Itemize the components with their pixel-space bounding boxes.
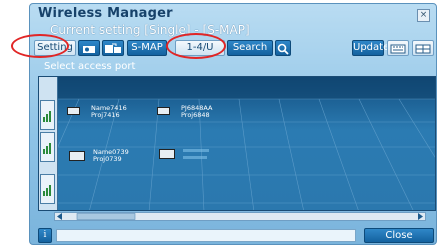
scroll-thumb[interactable] <box>76 213 136 220</box>
wireless-manager-window: Wireless Manager × Current setting [Sing… <box>29 3 437 245</box>
projector-icon <box>69 151 85 161</box>
current-setting-text: Current setting [Single] - [S-MAP] <box>50 23 250 37</box>
smap-mode-button[interactable]: S-MAP <box>127 40 167 56</box>
scroll-right-arrow-icon[interactable] <box>418 213 423 220</box>
keyboard-icon[interactable] <box>387 40 409 56</box>
horizontal-scrollbar[interactable] <box>54 212 426 221</box>
access-point-project: Proj0739 <box>93 155 122 163</box>
signal-strength-column <box>39 77 58 210</box>
select-access-port-label: Select access port <box>44 61 136 72</box>
close-icon[interactable]: × <box>417 9 430 22</box>
projector-icon <box>157 107 170 115</box>
access-point-project <box>183 156 207 159</box>
access-point-project: Proj6848 <box>181 111 210 119</box>
projector-icon[interactable] <box>78 40 100 56</box>
projector-icon <box>159 149 175 159</box>
window-title: Wireless Manager <box>38 6 173 21</box>
toolbar: Setting S-MAP 1-4/U Search Update <box>30 40 436 58</box>
info-button[interactable]: i <box>38 228 52 243</box>
projector-icon <box>67 107 80 115</box>
setting-button[interactable]: Setting <box>34 40 76 56</box>
range-selector[interactable]: 1-4/U <box>175 40 225 56</box>
signal-strength-icon <box>40 100 55 130</box>
multi-projector-icon[interactable] <box>102 40 124 56</box>
scroll-left-arrow-icon[interactable] <box>57 213 62 220</box>
close-button[interactable]: Close <box>364 228 434 243</box>
status-message-field <box>56 229 356 242</box>
map-grid <box>39 77 435 210</box>
search-button[interactable]: Search <box>227 40 273 56</box>
status-bar: i Close <box>38 228 434 244</box>
signal-strength-icon <box>40 174 55 204</box>
update-button[interactable]: Update <box>352 40 389 56</box>
access-map[interactable]: Name7416 Proj7416 PJ6848AA Proj6848 Name… <box>38 76 436 211</box>
list-view-icon[interactable] <box>412 40 434 56</box>
search-icon[interactable] <box>275 40 291 56</box>
access-point-project: Proj7416 <box>91 111 120 119</box>
signal-strength-icon <box>40 132 55 162</box>
access-point-name <box>183 149 209 152</box>
